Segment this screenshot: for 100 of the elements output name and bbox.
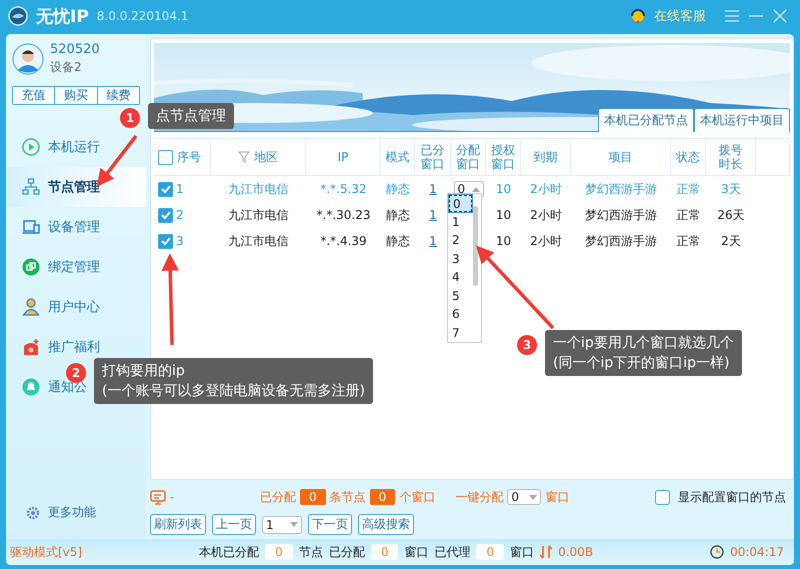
table-cell: 正常 (676, 232, 700, 250)
table-cell[interactable]: 九江市电信 (228, 206, 288, 224)
status-label: 本机已分配 (199, 544, 260, 560)
status-label: 窗口 (404, 544, 428, 560)
table-cell: 静态 (386, 206, 410, 224)
dropdown-option[interactable]: 1 (448, 212, 473, 232)
window-unit: 窗口 (545, 488, 570, 506)
laptop-icon (22, 218, 40, 236)
status-label: 已代理 (434, 544, 470, 560)
nav-item[interactable]: 用户中心 (6, 287, 146, 327)
column-header: 模式 (386, 148, 410, 166)
table-cell: 梦幻西游手游 (585, 206, 657, 224)
status-label: 节点 (298, 544, 323, 560)
table-cell: 2小时 (530, 206, 562, 224)
window-count: 0 (370, 489, 396, 505)
node-count: 0 (300, 489, 326, 505)
dropdown-option[interactable]: 6 (448, 305, 473, 324)
table-cell: 静态 (386, 232, 410, 250)
clock-icon (710, 545, 724, 559)
table-cell: 10 (496, 182, 512, 196)
assigned-label: 已分配 (260, 488, 296, 506)
menu-icon[interactable] (724, 9, 740, 23)
column-header: 项目 (608, 148, 632, 166)
dropdown-option[interactable]: 2 (448, 231, 473, 250)
window-count-link[interactable]: 1 (429, 182, 437, 196)
table-cell[interactable]: 九江市电信 (228, 180, 288, 198)
table-cell: 3天 (721, 180, 741, 198)
row-checkbox[interactable] (158, 208, 173, 222)
table-cell[interactable]: 九江市电信 (228, 232, 288, 250)
windows-label: 个窗口 (399, 488, 436, 506)
callout-text: (同一个ip下开的窗口ip一样) (553, 354, 730, 372)
table-cell: 10 (496, 208, 512, 222)
elapsed-time: 00:04:17 (730, 545, 784, 559)
window-count-link[interactable]: 1 (429, 208, 437, 222)
dropdown-option[interactable]: 5 (448, 286, 473, 306)
callout-text: 打钩要用的ip (102, 362, 186, 380)
column-header: 状态 (676, 148, 700, 166)
table-cell: 2小时 (530, 180, 562, 198)
app-title: 无忧IP (36, 6, 89, 28)
user-icon (22, 298, 40, 316)
tab[interactable]: 本机已分配节点 (598, 108, 694, 132)
link-icon (22, 258, 40, 276)
table-cell: 正常 (676, 206, 700, 224)
one-key-select[interactable]: 0 (507, 489, 542, 505)
table-cell: *.*.5.32 (320, 182, 367, 196)
more-features-link[interactable]: 更多功能 (48, 504, 96, 521)
select-all-checkbox[interactable] (158, 150, 173, 164)
nav-item[interactable]: 绑定管理 (6, 247, 146, 287)
table-cell: *.*.4.39 (320, 234, 367, 248)
table-cell: 2 (176, 208, 184, 222)
column-header: 已分窗口 (419, 142, 446, 172)
window-count-link[interactable]: 1 (429, 234, 437, 248)
dropdown-option[interactable]: 0 (448, 194, 473, 213)
status-value: 0 (476, 544, 504, 560)
table-cell: 静态 (386, 180, 410, 198)
row-checkbox[interactable] (158, 234, 173, 248)
table-cell: 2小时 (530, 232, 562, 250)
logo-icon (8, 6, 28, 26)
column-header: IP (338, 150, 348, 164)
column-header: 拨号时长 (717, 142, 744, 172)
driver-mode: 驱动模式[v5] (10, 544, 82, 560)
status-label: 窗口 (510, 544, 534, 560)
gear-icon (26, 506, 40, 520)
table-cell: *.*.30.23 (316, 208, 370, 222)
advanced-search-button[interactable]: 高级搜索 (358, 514, 414, 535)
next-page-button[interactable]: 下一页 (308, 514, 352, 535)
status-text: - (170, 490, 174, 504)
up-arrow-icon[interactable] (472, 186, 480, 192)
monitor-icon (150, 490, 166, 504)
nodes-label: 条节点 (330, 488, 366, 506)
prev-page-button[interactable]: 上一页 (212, 514, 256, 535)
column-header: 到期 (534, 148, 558, 166)
table-cell: 2天 (721, 232, 741, 250)
refresh-button[interactable]: 刷新列表 (150, 514, 206, 535)
account-button[interactable]: 续费 (98, 87, 139, 104)
account-button[interactable]: 充值 (13, 87, 56, 104)
tab[interactable]: 本机运行中项目 (694, 108, 790, 132)
close-icon[interactable] (772, 8, 788, 24)
avatar-icon (12, 43, 44, 75)
headset-icon[interactable] (630, 8, 646, 24)
callout-text: (一个账号可以多登陆电脑设备无需多注册) (102, 382, 365, 400)
dropdown-option[interactable]: 3 (448, 250, 473, 268)
status-label: 已分配 (328, 544, 365, 560)
dropdown-option[interactable]: 4 (448, 268, 473, 287)
account-button[interactable]: 购买 (55, 87, 98, 104)
nav-item[interactable]: 设备管理 (6, 207, 146, 247)
show-config-checkbox[interactable] (655, 490, 670, 504)
filter-icon[interactable] (238, 151, 250, 163)
nav-item[interactable]: 本机运行 (6, 127, 146, 167)
caret-icon[interactable] (290, 522, 298, 527)
gift-icon (22, 338, 40, 356)
row-checkbox[interactable] (158, 182, 173, 196)
page-select[interactable]: 1 (262, 516, 302, 534)
dropdown-option[interactable]: 7 (448, 324, 473, 342)
user-name: 520520 (50, 42, 100, 57)
table-cell: 26天 (717, 206, 745, 224)
caret-icon[interactable] (529, 494, 538, 500)
column-header: 分配窗口 (454, 142, 481, 172)
version-text: 8.0.0.220104.1 (96, 9, 188, 23)
callout-text: 一个ip要用几个窗口就选几个 (553, 334, 734, 352)
